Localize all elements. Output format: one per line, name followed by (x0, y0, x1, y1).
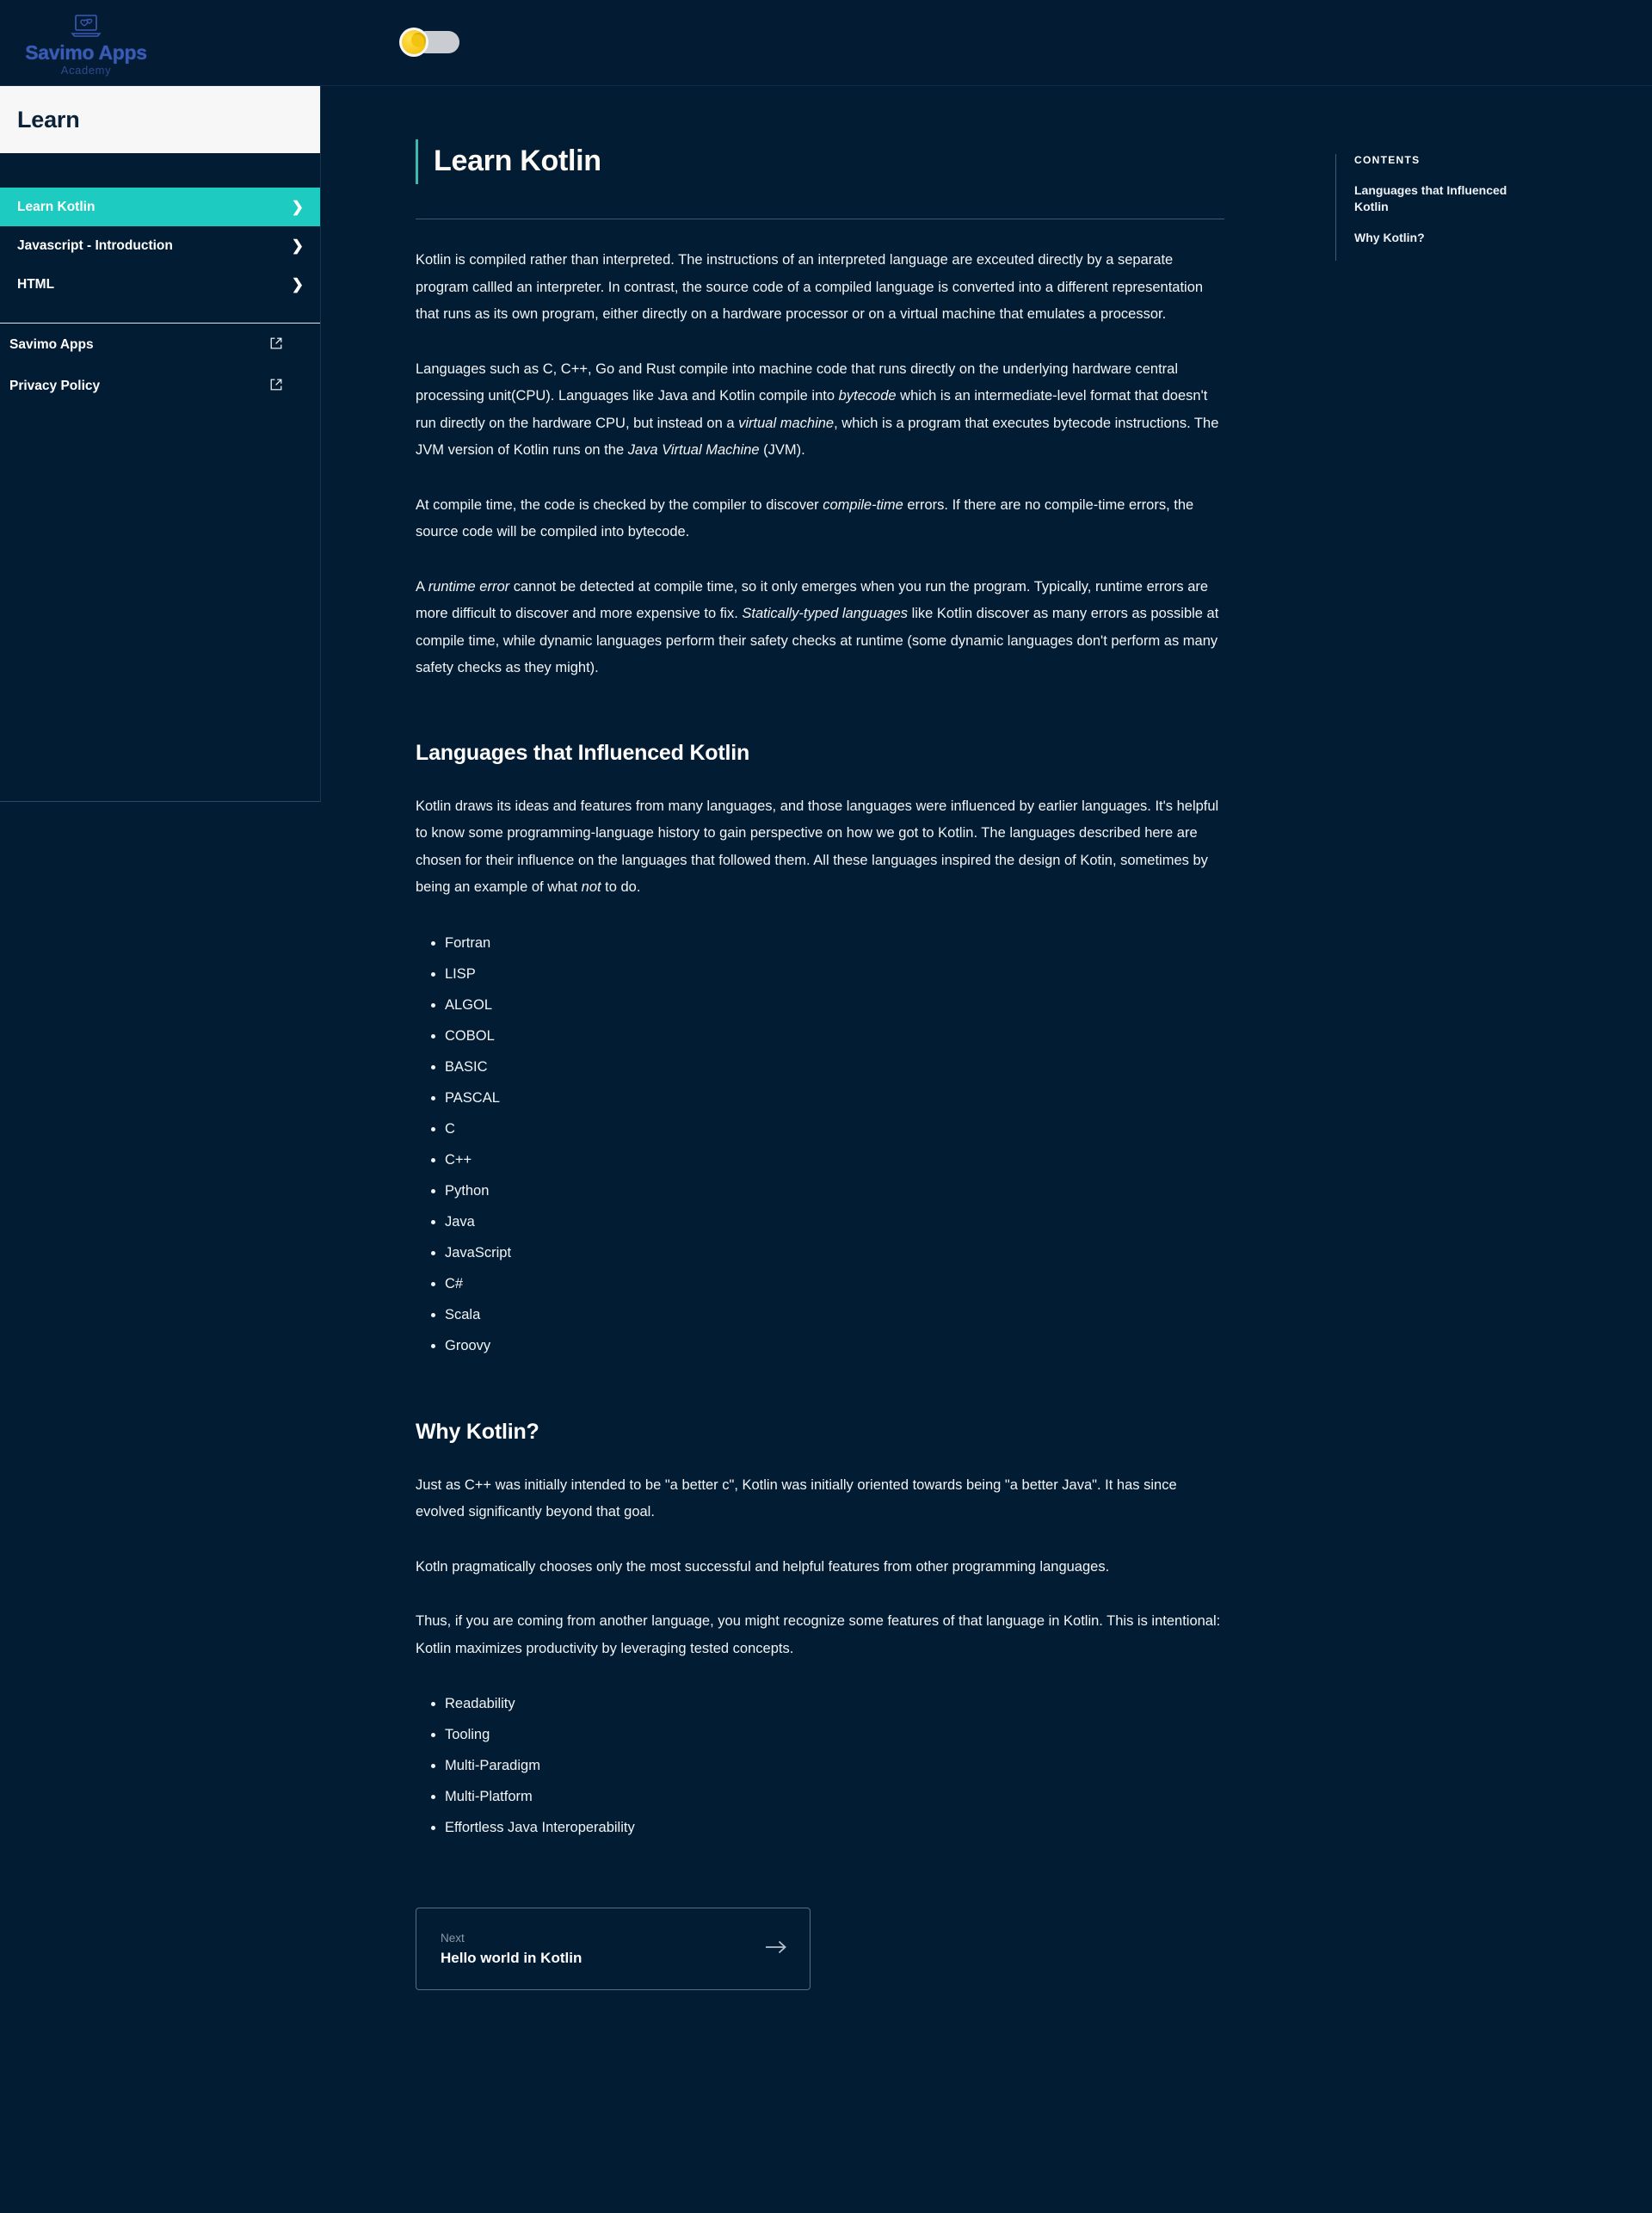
external-link-icon (270, 337, 282, 354)
next-card-label: Next (441, 1931, 465, 1945)
list-item: Java (445, 1206, 1224, 1237)
paragraph-intro: Kotlin is compiled rather than interpret… (416, 247, 1228, 329)
list-item: Readability (445, 1688, 1224, 1719)
list-item: PASCAL (445, 1082, 1224, 1113)
list-kotlin-benefits: Readability Tooling Multi-Paradigm Multi… (416, 1688, 1224, 1843)
list-item: C (445, 1113, 1224, 1144)
list-influencing-languages: Fortran LISP ALGOL COBOL BASIC PASCAL C … (416, 928, 1224, 1361)
paragraph-languages-intro: Kotlin draws its ideas and features from… (416, 793, 1228, 902)
list-item: Multi-Platform (445, 1781, 1224, 1812)
sidebar-link-privacy-policy[interactable]: Privacy Policy (0, 367, 320, 406)
chevron-right-icon: ❯ (291, 237, 304, 254)
toc-link-why-kotlin[interactable]: Why Kotlin? (1354, 230, 1507, 246)
article: Learn Kotlin Kotlin is compiled rather t… (416, 86, 1224, 1990)
list-item: C# (445, 1268, 1224, 1299)
next-page-card[interactable]: Next Hello world in Kotlin (416, 1908, 811, 1990)
paragraph-compilation: Languages such as C, C++, Go and Rust co… (416, 356, 1228, 465)
sidebar-item-javascript-introduction[interactable]: Javascript - Introduction ❯ (0, 226, 320, 265)
list-item: Effortless Java Interoperability (445, 1812, 1224, 1843)
emphasis-virtual-machine: virtual machine (738, 415, 835, 431)
sidebar: Learn Learn Kotlin ❯ Javascript - Introd… (0, 86, 321, 802)
emphasis-java-virtual-machine: Java Virtual Machine (627, 442, 760, 458)
sidebar-link-label: Savimo Apps (9, 337, 94, 352)
next-card-title: Hello world in Kotlin (441, 1949, 583, 1966)
text-run: A (416, 578, 428, 595)
chevron-right-icon: ❯ (291, 199, 304, 215)
list-item: Python (445, 1175, 1224, 1206)
section-heading-languages-that-influenced-kotlin: Languages that Influenced Kotlin (416, 740, 750, 765)
list-item: Fortran (445, 928, 1224, 959)
list-item: C++ (445, 1144, 1224, 1175)
text-run: Kotlin draws its ideas and features from… (416, 798, 1219, 896)
list-item: Groovy (445, 1330, 1224, 1361)
list-item: Multi-Paradigm (445, 1750, 1224, 1781)
sidebar-link-label: Privacy Policy (9, 379, 101, 393)
sidebar-divider (0, 323, 320, 324)
emphasis-statically-typed: Statically-typed languages (742, 606, 908, 621)
sidebar-item-label: HTML (17, 276, 55, 292)
list-item: JavaScript (445, 1237, 1224, 1268)
laptop-heart-icon (69, 14, 103, 42)
sidebar-header: Learn (0, 86, 320, 153)
list-item: BASIC (445, 1051, 1224, 1082)
sidebar-item-label: Learn Kotlin (17, 199, 96, 214)
brand-name: Savimo Apps (25, 40, 147, 64)
list-item: Scala (445, 1299, 1224, 1330)
section-heading-why-kotlin: Why Kotlin? (416, 1419, 539, 1444)
emphasis-bytecode: bytecode (838, 388, 897, 404)
sidebar-link-savimo-apps[interactable]: Savimo Apps (0, 325, 320, 365)
moon-icon (402, 30, 426, 54)
list-item: COBOL (445, 1020, 1224, 1051)
theme-toggle[interactable] (399, 28, 459, 57)
sidebar-item-html[interactable]: HTML ❯ (0, 265, 320, 304)
chevron-right-icon: ❯ (291, 276, 304, 293)
external-link-icon (270, 379, 282, 395)
paragraph-why-kotlin-2: Kotln pragmatically chooses only the mos… (416, 1558, 1110, 1575)
table-of-contents: CONTENTS Languages that Influenced Kotli… (1335, 154, 1559, 261)
sidebar-title: Learn (17, 106, 80, 133)
brand-subtitle: Academy (60, 63, 112, 77)
paragraph-text: Kotlin is compiled rather than interpret… (416, 252, 1204, 322)
page-layout: Learn Learn Kotlin ❯ Javascript - Introd… (0, 86, 1652, 1990)
toggle-knob (399, 28, 428, 57)
list-item: ALGOL (445, 989, 1224, 1020)
arrow-right-icon (765, 1939, 787, 1959)
site-header: Savimo Apps Academy (0, 0, 1652, 86)
brand-logo[interactable]: Savimo Apps Academy (0, 10, 172, 76)
main-content: CONTENTS Languages that Influenced Kotli… (321, 86, 1652, 1990)
list-item: Tooling (445, 1719, 1224, 1750)
emphasis-not: not (581, 879, 601, 895)
title-accent-bar (416, 139, 418, 184)
next-card-text: Next Hello world in Kotlin (441, 1930, 582, 1969)
paragraph-runtime-error: A runtime error cannot be detected at co… (416, 574, 1228, 682)
paragraph-compile-time: At compile time, the code is checked by … (416, 492, 1228, 546)
toc-link-languages-that-influenced-kotlin[interactable]: Languages that Influenced Kotlin (1354, 182, 1507, 215)
page-title: Learn Kotlin (434, 145, 601, 177)
toc-heading: CONTENTS (1354, 154, 1421, 166)
text-run: (JVM). (759, 442, 805, 458)
paragraph-why-kotlin-3: Thus, if you are coming from another lan… (416, 1613, 1221, 1656)
list-item: LISP (445, 959, 1224, 989)
text-run: At compile time, the code is checked by … (416, 496, 823, 513)
sidebar-item-learn-kotlin[interactable]: Learn Kotlin ❯ (0, 188, 320, 226)
page-title-block: Learn Kotlin (416, 139, 1224, 184)
text-run: to do. (601, 879, 641, 895)
emphasis-runtime-error: runtime error (428, 578, 510, 595)
paragraph-why-kotlin-1: Just as C++ was initially intended to be… (416, 1476, 1177, 1520)
emphasis-compile-time: compile-time (823, 496, 903, 513)
sidebar-item-label: Javascript - Introduction (17, 237, 173, 253)
